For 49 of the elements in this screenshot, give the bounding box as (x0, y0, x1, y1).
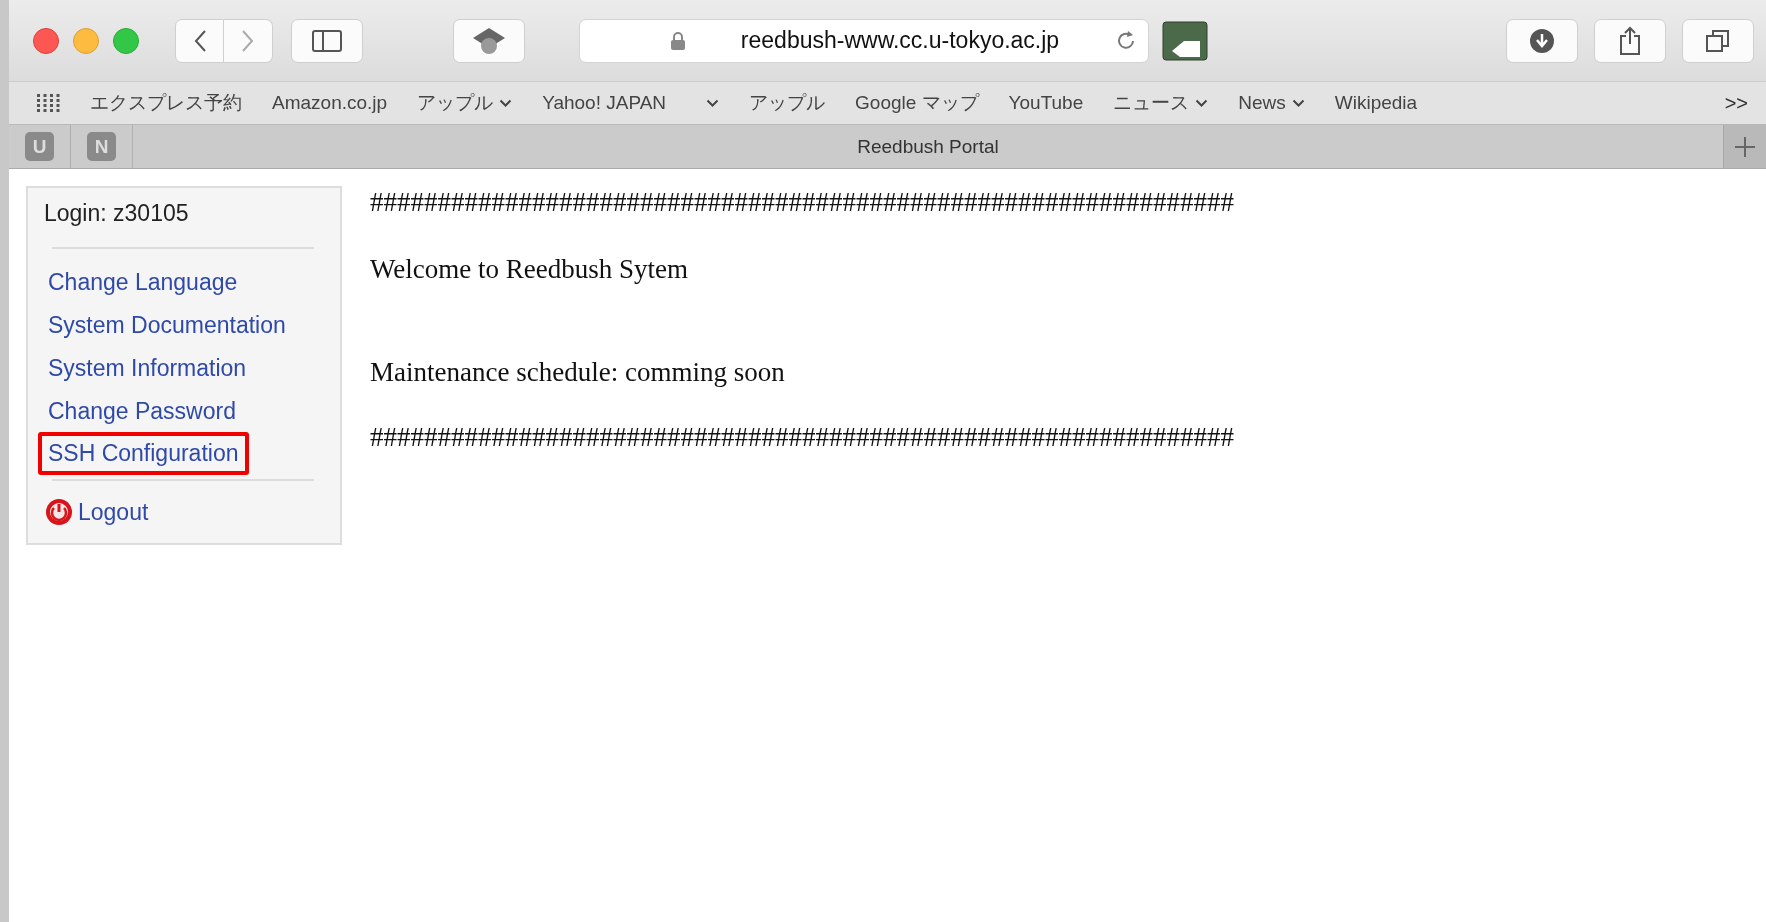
sidebar-link[interactable]: System Information (38, 347, 257, 390)
sidebar-button[interactable] (291, 18, 363, 63)
bookmark-link[interactable]: アップル (749, 90, 826, 116)
bookmark-link[interactable]: Yahoo! JAPAN (542, 92, 667, 114)
extension-icon[interactable] (1162, 20, 1208, 61)
extension-button[interactable] (453, 18, 525, 63)
login-label: Login: z30105 (44, 200, 190, 228)
address-field[interactable]: reedbush-www.cc.u-tokyo.ac.jp (579, 18, 1149, 63)
lock-icon (670, 30, 686, 51)
power-icon (44, 497, 74, 527)
sidebar-icon (312, 29, 342, 52)
grid-icon[interactable] (36, 93, 60, 113)
download-button[interactable] (1506, 18, 1578, 63)
chevron-icon (1291, 98, 1305, 108)
plus-icon (1734, 135, 1756, 158)
chevron-icon (706, 98, 720, 108)
bookmark-folder[interactable]: アップル (417, 90, 513, 116)
back-button[interactable] (175, 18, 224, 63)
sidebar-link[interactable]: System Documentation (38, 304, 296, 347)
sidebar-link[interactable]: Change Password (38, 390, 246, 433)
sidebar-link[interactable]: Change Language (38, 261, 248, 304)
share-icon (1618, 25, 1642, 56)
hash-rule-text: ################################################################ (370, 422, 1234, 453)
back-icon (192, 28, 207, 53)
tabs-button[interactable] (1682, 18, 1754, 63)
share-button[interactable] (1594, 18, 1666, 63)
bookmark-folder[interactable] (706, 98, 720, 108)
tabs-icon (1705, 27, 1731, 54)
chevron-icon (1195, 98, 1209, 108)
close-button[interactable] (33, 27, 59, 54)
logout-link[interactable]: Logout (78, 498, 149, 526)
message-text: Welcome to Reedbush Sytem (370, 254, 689, 285)
overflow-button[interactable]: >> (1724, 91, 1748, 115)
new-tab-button[interactable] (1723, 125, 1766, 168)
message-text: Maintenance schedule: comming soon (370, 357, 786, 388)
forward-icon (241, 28, 255, 53)
tab-title[interactable]: Reedbush Portal (133, 135, 1723, 158)
bookmark-folder[interactable]: News (1238, 92, 1305, 114)
bookmark-folder[interactable]: ニュース (1113, 90, 1209, 116)
download-icon (1529, 27, 1555, 54)
chevron-icon (499, 98, 513, 108)
bookmark-link[interactable]: Wikipedia (1334, 92, 1418, 114)
bookmark-link[interactable]: Google マップ (855, 90, 979, 116)
bookmark-link[interactable]: エクスプレス予約 (90, 90, 242, 116)
sidebar-link[interactable]: SSH Configuration (38, 432, 249, 475)
cap-icon (471, 25, 507, 56)
bookmark-link[interactable]: Amazon.co.jp (272, 92, 388, 114)
bookmark-link[interactable]: YouTube (1008, 92, 1084, 114)
hash-rule-text: ################################################################ (370, 187, 1234, 218)
